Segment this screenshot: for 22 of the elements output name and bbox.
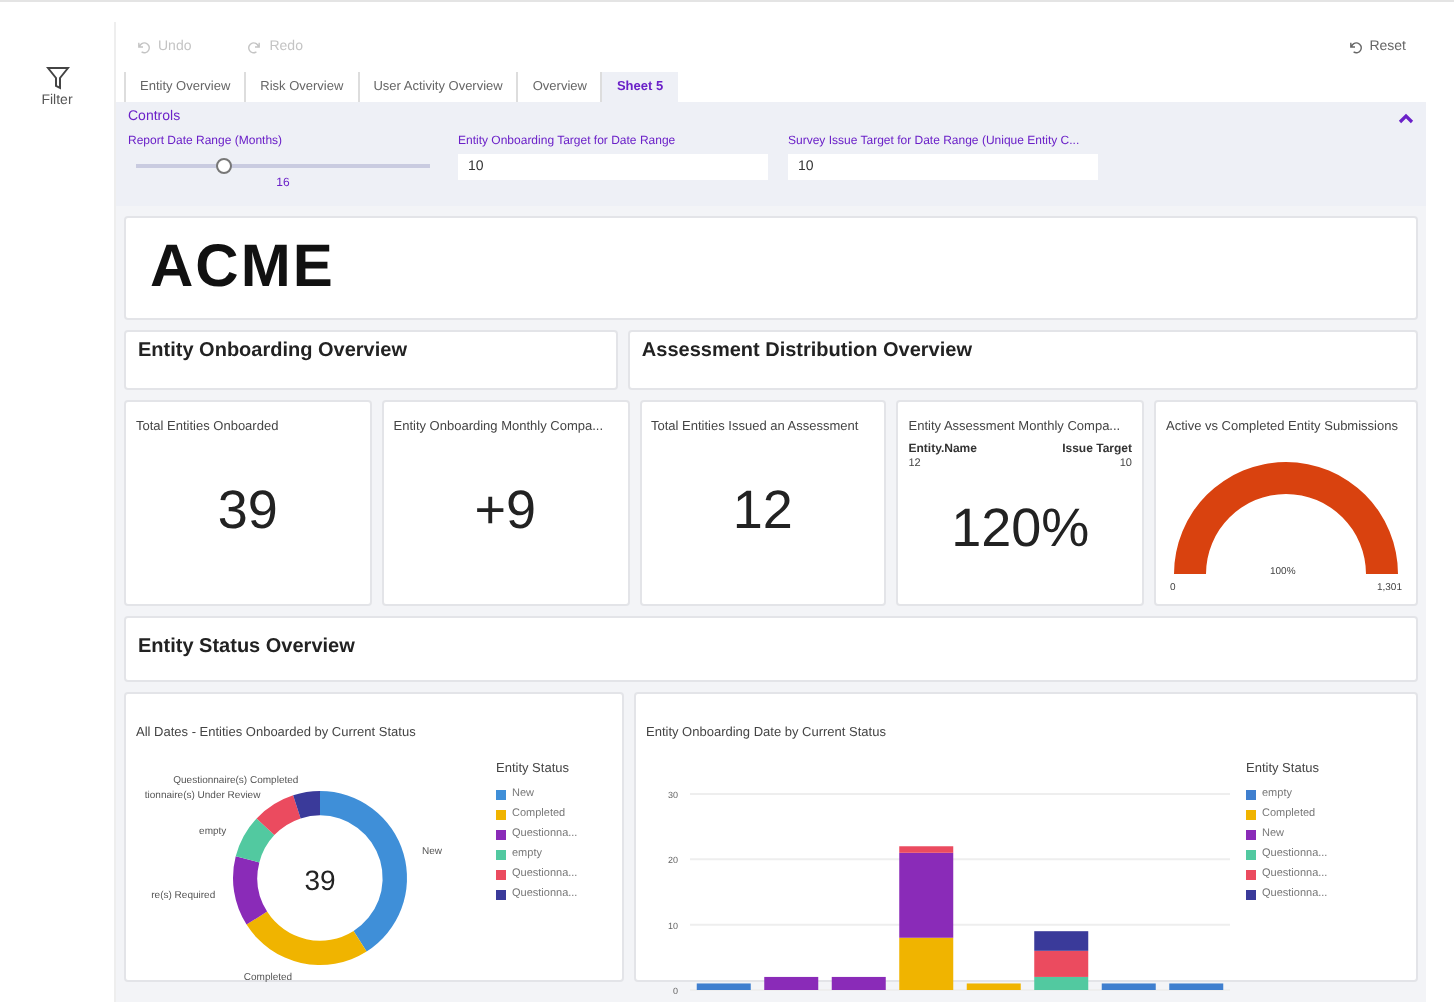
section-header: Assessment Distribution Overview bbox=[627, 330, 1418, 390]
section-header: Entity Onboarding Overview bbox=[124, 330, 618, 390]
bar-segment bbox=[1034, 931, 1089, 951]
bar-segment bbox=[696, 983, 751, 990]
section-header: Entity Status Overview bbox=[124, 616, 1418, 682]
kpi-value: 120% bbox=[949, 495, 1092, 561]
bar-segment bbox=[1169, 983, 1224, 990]
bar-segment bbox=[1101, 983, 1156, 990]
kpi-value: 12 bbox=[730, 477, 795, 543]
filter-icon[interactable] bbox=[45, 66, 69, 90]
collapse-chevron-icon[interactable] bbox=[1398, 111, 1414, 123]
bar-segment bbox=[966, 983, 1021, 990]
redo-icon bbox=[247, 39, 262, 53]
acme-logo: ACME bbox=[150, 238, 335, 298]
bar-segment bbox=[764, 976, 819, 990]
kpi-value: 39 bbox=[215, 477, 280, 543]
slider-thumb[interactable] bbox=[216, 158, 233, 174]
undo-icon bbox=[136, 39, 150, 53]
reset-icon bbox=[1347, 39, 1362, 53]
donut-center-value: 39 bbox=[304, 864, 336, 896]
bar-segment bbox=[831, 976, 886, 990]
kpi-value: +9 bbox=[472, 477, 539, 543]
